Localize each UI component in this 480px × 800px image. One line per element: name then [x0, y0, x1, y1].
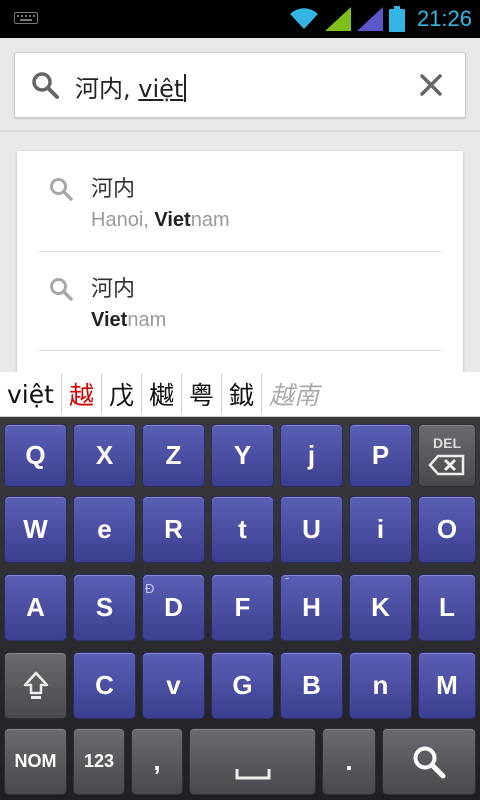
candidate-item[interactable]: 越南	[262, 374, 326, 414]
key-i[interactable]: i	[349, 496, 412, 563]
suggestion-title: 河内	[91, 177, 136, 202]
divider	[39, 350, 441, 351]
key-d-label: D	[164, 592, 183, 622]
key-p[interactable]: P	[349, 424, 412, 487]
key-n[interactable]: n	[349, 652, 412, 719]
close-icon[interactable]	[417, 71, 445, 99]
search-key[interactable]	[382, 728, 476, 795]
numbers-key[interactable]: 123	[73, 728, 125, 795]
suggestion-item[interactable]: 河内 Hanoi, Vietnam	[17, 151, 463, 249]
key-r[interactable]: R	[142, 496, 205, 563]
search-area: 河内, việt	[0, 38, 480, 132]
suggestion-title: 河内	[91, 277, 136, 302]
period-key[interactable]: .	[322, 728, 376, 795]
suggestion-item[interactable]: 河内 Vietnam	[17, 251, 463, 349]
signal-icon	[324, 7, 351, 31]
key-a[interactable]: A	[4, 574, 67, 641]
shift-key[interactable]	[4, 652, 67, 719]
key-x[interactable]: X	[73, 424, 136, 487]
key-f[interactable]: F	[211, 574, 274, 641]
language-mode-key[interactable]: NOM	[4, 728, 67, 795]
space-key[interactable]	[189, 728, 316, 795]
key-k[interactable]: K	[349, 574, 412, 641]
key-b[interactable]: B	[280, 652, 343, 719]
soft-keyboard: Q X Z Y j P DEL W e R t U i O A S Đ D F …	[0, 417, 480, 800]
search-icon	[50, 278, 73, 301]
wifi-icon	[289, 8, 318, 30]
keyboard-notification-icon	[14, 12, 38, 24]
suggestion-subtitle: Vietnam	[91, 309, 166, 332]
search-icon	[50, 178, 73, 201]
suggestion-sub-rest: nam	[190, 209, 230, 231]
candidate-item[interactable]: 粤	[182, 374, 222, 414]
candidate-item[interactable]: 鉞	[222, 374, 263, 414]
clock: 21:26	[416, 6, 472, 31]
key-g[interactable]: G	[211, 652, 274, 719]
comma-key[interactable]: ,	[131, 728, 183, 795]
key-y[interactable]: Y	[211, 424, 274, 487]
suggestion-sub-prefix: Hanoi,	[91, 209, 155, 231]
key-t[interactable]: t	[211, 496, 274, 563]
candidate-item[interactable]: 樾	[142, 374, 182, 414]
search-icon	[32, 72, 59, 99]
delete-key-label: DEL	[433, 434, 461, 451]
key-u[interactable]: U	[280, 496, 343, 563]
key-v[interactable]: v	[142, 652, 205, 719]
search-query[interactable]: 河内, việt	[75, 69, 187, 104]
key-d[interactable]: Đ D	[142, 574, 205, 641]
key-e[interactable]: e	[73, 496, 136, 563]
key-z[interactable]: Z	[142, 424, 205, 487]
space-icon	[235, 768, 270, 779]
status-bar: 21:26	[0, 0, 480, 38]
key-c[interactable]: C	[73, 652, 136, 719]
backspace-icon	[428, 454, 465, 475]
suggestion-subtitle: Hanoi, Vietnam	[91, 209, 230, 232]
key-s[interactable]: S	[73, 574, 136, 641]
battery-icon	[388, 6, 405, 32]
key-h-hint: ˉ	[285, 575, 290, 590]
key-j[interactable]: j	[280, 424, 343, 487]
key-w[interactable]: W	[4, 496, 67, 563]
key-d-hint: Đ	[145, 581, 155, 596]
candidate-bar: việt 越 戊 樾 粤 鉞 越南	[0, 372, 480, 417]
search-query-composing: việt	[138, 75, 184, 103]
suggestion-sub-match: Viet	[91, 309, 128, 331]
key-q[interactable]: Q	[4, 424, 67, 487]
suggestion-list: 河内 Hanoi, Vietnam 河内 Vietnam	[17, 151, 463, 391]
candidate-item[interactable]: 戊	[102, 374, 142, 414]
search-query-committed: 河内,	[75, 75, 139, 103]
search-icon	[413, 746, 446, 778]
key-h-label: H	[302, 592, 321, 622]
suggestion-sub-rest: nam	[127, 309, 167, 331]
shift-icon	[23, 671, 48, 699]
delete-key[interactable]: DEL	[418, 424, 476, 487]
signal-icon-2	[356, 7, 383, 31]
key-h[interactable]: ˉ H	[280, 574, 343, 641]
search-input[interactable]: 河内, việt	[14, 52, 466, 118]
key-o[interactable]: O	[418, 496, 476, 563]
key-l[interactable]: L	[418, 574, 476, 641]
text-cursor	[184, 74, 187, 102]
divider	[0, 130, 480, 132]
key-m[interactable]: M	[418, 652, 476, 719]
suggestion-sub-match: Viet	[154, 209, 191, 231]
candidate-item[interactable]: việt	[0, 374, 62, 414]
candidate-item[interactable]: 越	[62, 374, 102, 414]
